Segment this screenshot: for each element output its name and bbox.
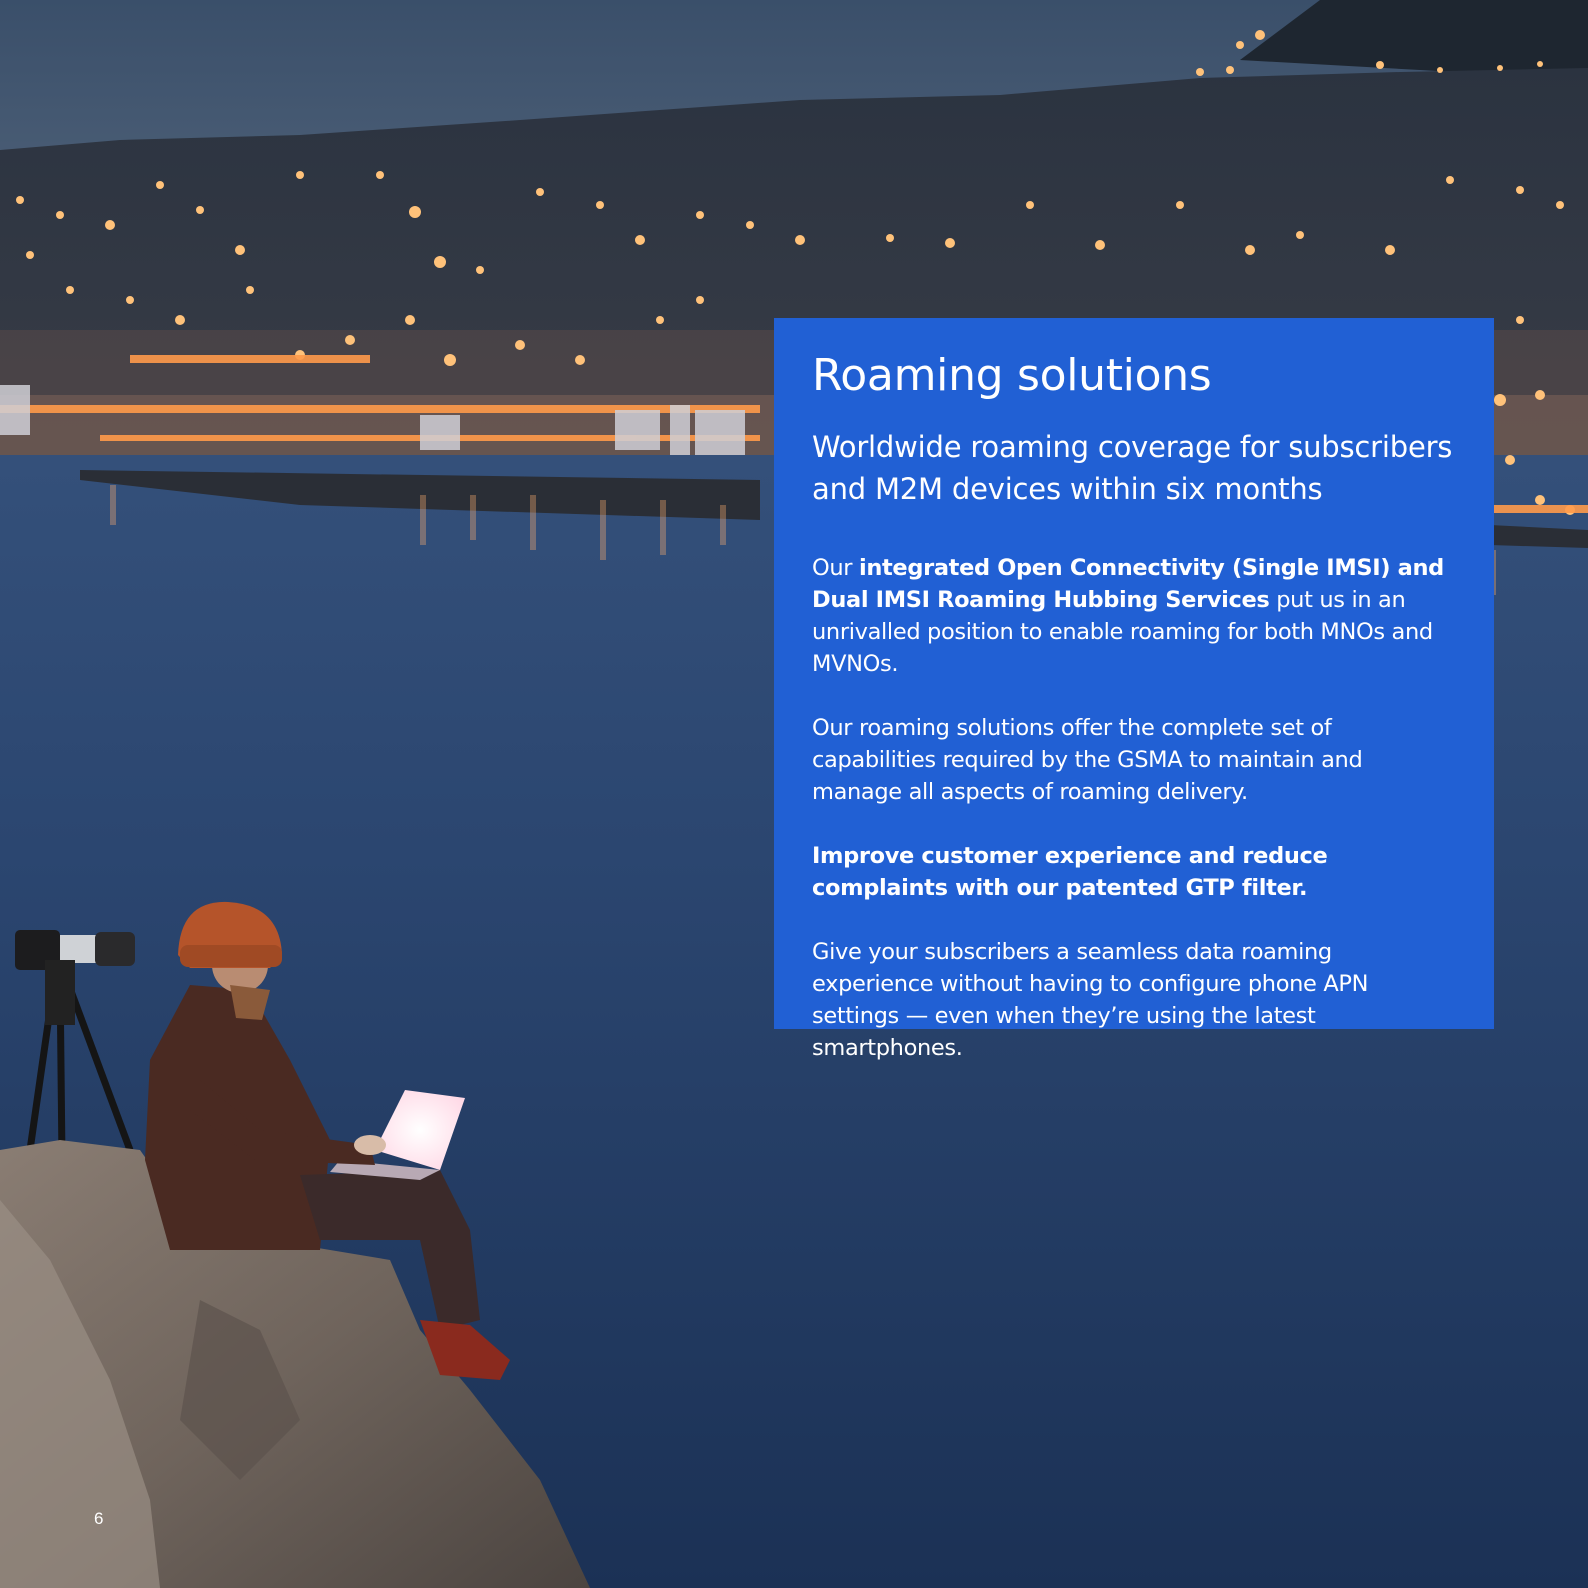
page-title: Roaming solutions xyxy=(812,350,1212,401)
page-number: 6 xyxy=(94,1509,104,1528)
intro-paragraph: Our integrated Open Connectivity (Single… xyxy=(812,552,1456,680)
capabilities-paragraph: Our roaming solutions offer the complete… xyxy=(812,715,1363,805)
content-panel: Roaming solutions Worldwide roaming cove… xyxy=(774,318,1494,1061)
intro-text-start: Our xyxy=(812,555,859,581)
gtp-filter-paragraph: Improve customer experience and reduce c… xyxy=(812,840,1456,904)
gtp-filter-text: Improve customer experience and reduce c… xyxy=(812,843,1328,901)
page-subtitle: Worldwide roaming coverage for subscribe… xyxy=(812,430,1453,506)
apn-paragraph: Give your subscribers a seamless data ro… xyxy=(812,939,1369,1061)
